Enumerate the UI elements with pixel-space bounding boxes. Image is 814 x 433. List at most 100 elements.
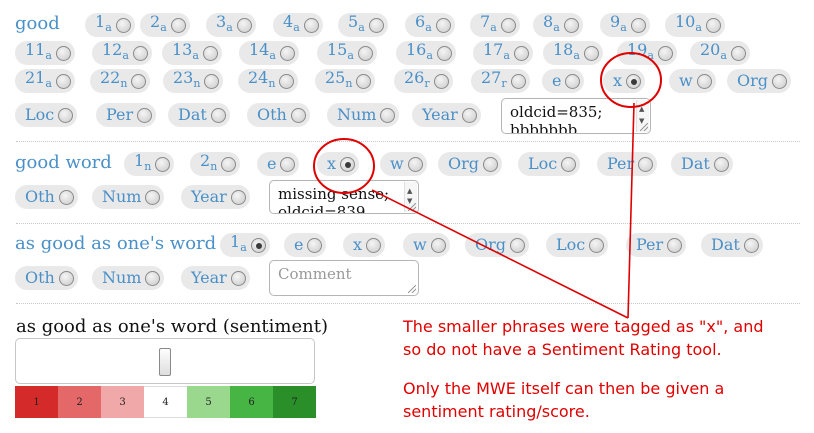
tag-option-16a[interactable]: 16a [396,40,456,65]
radio-button[interactable] [589,237,605,253]
radio-button[interactable] [730,45,746,61]
tag-option-27r[interactable]: 27r [471,68,530,93]
tag-option-10a[interactable]: 10a [665,12,725,37]
tag-option-year[interactable]: Year [412,103,481,127]
tag-option-6a[interactable]: 6a [405,12,455,37]
radio-button[interactable] [380,107,396,123]
tag-option-w[interactable]: w [669,69,716,93]
tag-option-19a[interactable]: 19a [617,40,677,65]
tag-option-3a[interactable]: 3a [206,12,256,37]
tag-option-loc[interactable]: Loc [15,103,78,127]
tag-option-per[interactable]: Per [597,152,658,176]
radio-button[interactable] [705,17,721,33]
radio-button[interactable] [303,17,319,33]
radio-button[interactable] [230,189,246,205]
tag-option-22n[interactable]: 22n [90,68,151,93]
tag-option-7a[interactable]: 7a [470,12,520,37]
radio-button[interactable] [407,156,423,172]
tag-option-8a[interactable]: 8a [533,12,583,37]
comment-textarea[interactable]: missing sense; oldcid=839 [269,180,419,214]
radio-button[interactable] [743,237,759,253]
radio-button[interactable] [221,156,237,172]
tag-option-oth[interactable]: Oth [247,103,310,127]
radio-button[interactable] [357,45,373,61]
tag-option-x[interactable]: x [317,152,360,176]
radio-button[interactable] [290,107,306,123]
tag-option-14a[interactable]: 14a [239,40,299,65]
tag-option-per[interactable]: Per [96,103,157,127]
radio-button[interactable] [583,45,599,61]
comment-textarea[interactable]: oldcid=835; bbbbbbb [501,98,651,134]
resize-grip-icon[interactable] [408,203,416,211]
radio-button[interactable] [155,156,171,172]
radio-button[interactable] [55,73,71,89]
radio-button[interactable] [202,45,218,61]
tag-option-20a[interactable]: 20a [690,40,750,65]
tag-option-21a[interactable]: 21a [15,68,75,93]
tag-option-5a[interactable]: 5a [338,12,388,37]
radio-button[interactable] [667,237,683,253]
radio-button[interactable] [430,237,446,253]
tag-option-e[interactable]: e [542,69,585,93]
tag-option-1a[interactable]: 1a [220,232,270,257]
radio-button[interactable] [510,237,526,253]
radio-button[interactable] [713,156,729,172]
tag-option-26r[interactable]: 26r [394,68,453,93]
radio-button[interactable] [280,156,296,172]
resize-grip-icon[interactable] [640,123,648,131]
tag-option-w[interactable]: w [403,233,450,257]
slider-thumb[interactable] [159,348,171,376]
radio-button[interactable] [145,189,161,205]
tag-option-org[interactable]: Org [438,152,503,176]
tag-option-org[interactable]: Org [465,233,530,257]
tag-option-1a[interactable]: 1a [85,12,135,37]
radio-button[interactable] [356,73,372,89]
tag-option-org[interactable]: Org [727,69,792,93]
tag-option-25n[interactable]: 25n [315,68,376,93]
comment-textarea[interactable]: Comment [269,260,419,296]
radio-button[interactable] [435,17,451,33]
radio-button[interactable] [772,73,788,89]
tag-option-4a[interactable]: 4a [273,12,323,37]
tag-option-2a[interactable]: 2a [140,12,190,37]
radio-button[interactable] [58,107,74,123]
radio-button[interactable] [657,45,673,61]
radio-button[interactable] [368,17,384,33]
tag-option-num[interactable]: Num [92,185,165,209]
radio-button[interactable] [366,237,382,253]
tag-option-18a[interactable]: 18a [543,40,603,65]
radio-button[interactable] [696,73,712,89]
tag-option-loc[interactable]: Loc [518,152,581,176]
tag-option-per[interactable]: Per [626,233,687,257]
radio-button[interactable] [279,73,295,89]
tag-option-num[interactable]: Num [327,103,400,127]
resize-grip-icon[interactable] [408,285,416,293]
tag-option-w[interactable]: w [380,152,427,176]
tag-option-e[interactable]: e [284,233,327,257]
tag-option-23n[interactable]: 23n [163,68,224,93]
radio-button[interactable] [513,45,529,61]
radio-button[interactable] [230,270,246,286]
tag-option-year[interactable]: Year [181,185,250,209]
sentiment-slider[interactable] [15,338,315,384]
tag-option-9a[interactable]: 9a [600,12,650,37]
tag-option-11a[interactable]: 11a [15,40,75,65]
tag-option-2n[interactable]: 2n [190,151,241,176]
tag-option-dat[interactable]: Dat [671,152,733,176]
radio-button[interactable] [500,17,516,33]
radio-button[interactable] [638,156,654,172]
radio-button[interactable] [170,17,186,33]
tag-option-17a[interactable]: 17a [473,40,533,65]
radio-button[interactable] [461,107,477,123]
radio-button[interactable] [250,237,266,253]
radio-button[interactable] [236,17,252,33]
tag-option-1n[interactable]: 1n [124,151,175,176]
tag-option-13a[interactable]: 13a [162,40,222,65]
radio-button[interactable] [55,45,71,61]
tag-option-e[interactable]: e [257,152,300,176]
radio-button[interactable] [58,270,74,286]
radio-button[interactable] [565,73,581,89]
radio-button[interactable] [210,107,226,123]
radio-button[interactable] [340,156,356,172]
tag-option-15a[interactable]: 15a [317,40,377,65]
